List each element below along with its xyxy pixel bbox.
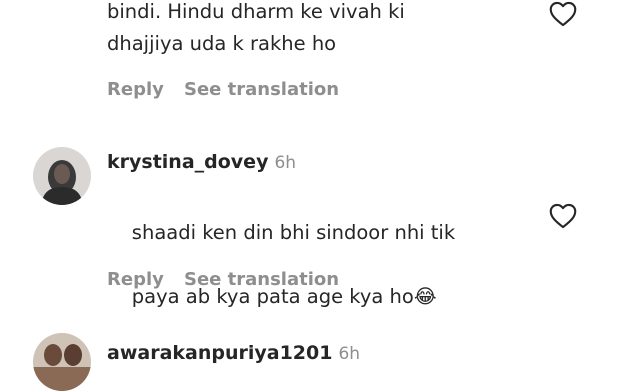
avatar[interactable] [33,333,91,391]
reply-button[interactable]: Reply [107,78,184,102]
reply-button[interactable]: Reply [107,268,184,292]
see-translation-button[interactable]: See translation [184,268,339,292]
username-link[interactable]: krystina_dovey [107,151,268,173]
heart-outline-icon [549,203,577,229]
comment-actions: Reply See translation [107,268,339,292]
comment-text: bindi. Hindu dharm ke vivah ki dhajjiya … [107,0,405,55]
like-button[interactable] [548,0,578,28]
avatar-image [33,147,91,205]
timestamp: 6h [274,153,297,173]
comment-text: shaadi ken din bhi sindoor nhi tik paya … [107,185,527,345]
comment-header: krystina_dovey 6h [107,149,296,175]
avatar[interactable] [33,147,91,205]
see-translation-button[interactable]: See translation [184,78,339,102]
heart-outline-icon [549,1,577,27]
timestamp: 6h [338,344,361,364]
comment-header: awarakanpuriya1201 6h [107,340,360,366]
laughing-emoji-icon: 😂 [413,285,437,308]
username-link[interactable]: awarakanpuriya1201 [107,342,332,364]
avatar-image [33,333,91,391]
comment-text-line-1: shaadi ken din bhi sindoor nhi tik [131,221,456,244]
like-button[interactable] [548,202,578,230]
comment-actions: Reply See translation [107,78,339,102]
